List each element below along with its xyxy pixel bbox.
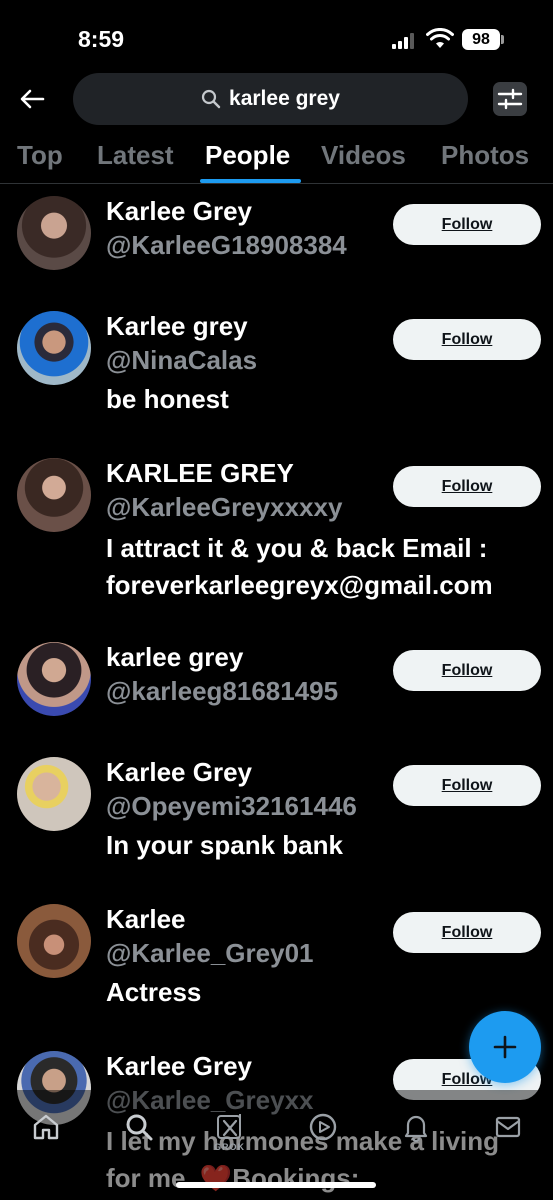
grok-icon (217, 1114, 241, 1139)
battery-tip (501, 35, 504, 44)
search-filter-button[interactable] (493, 82, 527, 116)
avatar[interactable] (17, 904, 91, 978)
display-name: Karlee Grey (106, 757, 252, 787)
home-icon (33, 1114, 59, 1140)
wifi-icon (426, 28, 454, 48)
user-handle: @KarleeG18908384 (106, 230, 347, 260)
user-bio-line: I attract it & you & back Email : (106, 533, 488, 563)
status-time: 8:59 (78, 26, 125, 52)
mail-icon (495, 1116, 521, 1138)
follow-button[interactable]: Follow (393, 765, 541, 806)
tab-videos[interactable]: Videos (321, 140, 406, 171)
tab-top[interactable]: Top (17, 140, 63, 171)
follow-button[interactable]: Follow (393, 466, 541, 507)
compose-button[interactable] (469, 1011, 541, 1083)
user-handle: @Karlee_Grey01 (106, 938, 314, 968)
bell-icon (404, 1115, 428, 1142)
display-name: Karlee Grey (106, 196, 252, 226)
user-bio: Actress (106, 977, 202, 1007)
display-name: Karlee grey (106, 311, 248, 341)
avatar[interactable] (17, 642, 91, 716)
search-tabs: Top Latest People Videos Photos (0, 132, 553, 184)
plus-icon (493, 1035, 517, 1059)
back-button[interactable] (14, 82, 50, 116)
battery-level: 98 (462, 29, 500, 50)
user-bio-email[interactable]: foreverkarleegreyx@gmail.com (106, 567, 546, 604)
user-handle: @NinaCalas (106, 345, 258, 375)
tab-latest[interactable]: Latest (97, 140, 174, 171)
status-bar: 8:59 98 (0, 0, 553, 70)
active-tab-indicator (200, 179, 301, 183)
follow-button[interactable]: Follow (393, 319, 541, 360)
user-handle: @KarleeGreyxxxxy (106, 492, 343, 522)
user-bio: In your spank bank (106, 830, 343, 860)
search-input[interactable]: karlee grey (73, 73, 468, 125)
search-query: karlee grey (229, 87, 340, 110)
follow-button[interactable]: Follow (393, 912, 541, 953)
display-name: karlee grey (106, 642, 244, 672)
tab-people[interactable]: People (205, 140, 290, 171)
home-indicator[interactable] (176, 1182, 376, 1188)
nav-grok[interactable] (214, 1110, 248, 1144)
avatar[interactable] (17, 458, 91, 532)
avatar[interactable] (17, 311, 91, 385)
nav-messages[interactable] (491, 1110, 525, 1144)
nav-search[interactable] (122, 1110, 156, 1144)
tab-photos[interactable]: Photos (441, 140, 529, 171)
display-name: Karlee (106, 904, 186, 934)
user-bio: be honest (106, 384, 229, 414)
avatar[interactable] (17, 196, 91, 270)
user-bio: I attract it & you & back Email : foreve… (106, 530, 546, 604)
sliders-icon (497, 88, 523, 110)
user-handle: @karleeg81681495 (106, 676, 339, 706)
search-icon (126, 1114, 153, 1141)
follow-button[interactable]: Follow (393, 650, 541, 691)
follow-button[interactable]: Follow (393, 204, 541, 245)
display-name: Karlee Grey (106, 1051, 252, 1081)
search-icon (201, 89, 221, 109)
user-handle: @Opeyemi32161446 (106, 791, 357, 821)
play-circle-icon (309, 1113, 337, 1141)
nav-videos[interactable] (306, 1110, 340, 1144)
grok-label: GROK (214, 1142, 245, 1152)
display-name: KARLEE GREY (106, 458, 294, 488)
avatar[interactable] (17, 757, 91, 831)
nav-home[interactable] (29, 1110, 63, 1144)
arrow-left-icon (20, 89, 45, 109)
nav-notifications[interactable] (399, 1110, 433, 1144)
cellular-signal-icon (392, 33, 416, 49)
